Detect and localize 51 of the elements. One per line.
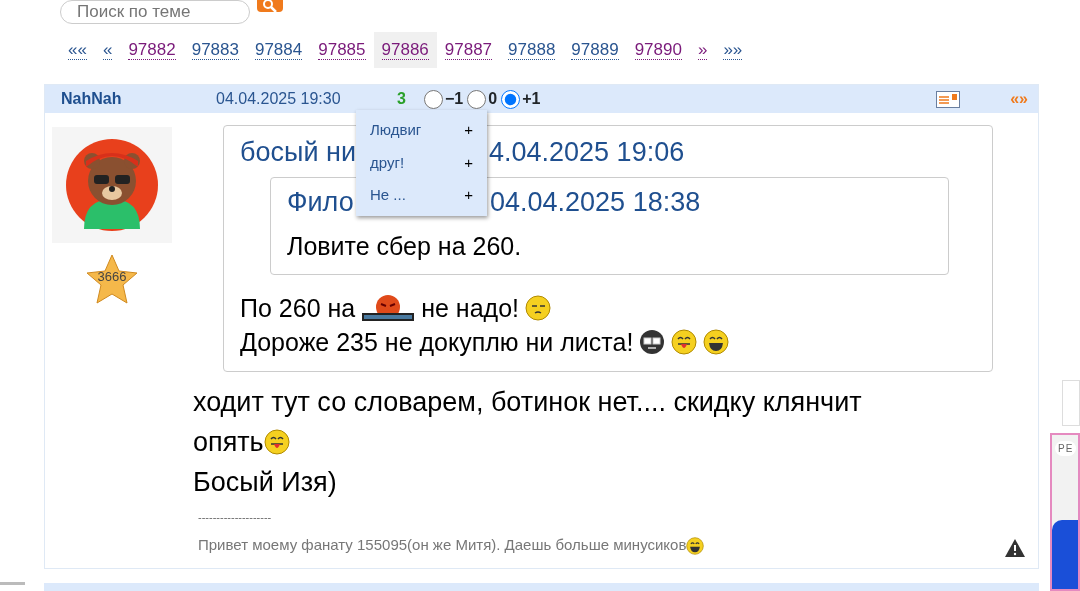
page-link[interactable]: 97885 bbox=[310, 32, 374, 68]
grin-smiley-icon bbox=[703, 328, 730, 355]
glasses-smiley-icon bbox=[639, 328, 666, 355]
rating-value: 3 bbox=[396, 89, 407, 109]
post-text: ходит тут со словарем, ботинок нет.... скидку клянчит bbox=[193, 385, 862, 419]
page-link[interactable]: « bbox=[94, 32, 121, 68]
rank-number: 3666 bbox=[96, 268, 128, 286]
quote-date: 04.04.2025 18:38 bbox=[490, 185, 701, 219]
page-link[interactable]: 97883 bbox=[183, 32, 247, 68]
page-link[interactable]: 97888 bbox=[500, 32, 564, 68]
search-field[interactable]: Поиск по теме bbox=[60, 0, 250, 24]
ad-label: РЕ bbox=[1055, 441, 1077, 456]
grin-smiley-icon bbox=[686, 536, 705, 555]
page-link[interactable]: 97890 bbox=[626, 32, 690, 68]
star-icon bbox=[85, 253, 139, 305]
censored-smiley-icon bbox=[361, 293, 416, 322]
signature-rule: -------------------- bbox=[198, 511, 272, 523]
post-text: опять bbox=[193, 425, 264, 459]
author-name[interactable]: NahNah bbox=[61, 87, 216, 111]
signature-text: Привет моему фанату 155095(он же Митя). Даешь больше минусиков bbox=[198, 535, 687, 553]
quote-text: Ловите сбер на 260. bbox=[287, 231, 523, 262]
vote-menu-item[interactable]: Людвиг + bbox=[356, 114, 487, 147]
tongue-smiley-icon bbox=[671, 328, 698, 355]
page-link[interactable]: 97884 bbox=[246, 32, 311, 68]
post-date: 04.04.2025 19:30 bbox=[216, 89, 342, 109]
sleepy-smiley-icon bbox=[525, 294, 551, 321]
quote-date: 4.04.2025 19:06 bbox=[489, 136, 685, 169]
message-card-icon[interactable] bbox=[936, 90, 961, 108]
vote-menu-item[interactable]: Не ... + bbox=[356, 179, 487, 212]
page-link[interactable]: 97887 bbox=[436, 32, 501, 68]
warning-icon[interactable] bbox=[1004, 538, 1026, 558]
page-link[interactable]: »» bbox=[715, 32, 751, 68]
quote-text: Дороже 235 не докуплю ни листа! bbox=[240, 326, 634, 358]
post-text: Босый Изя) bbox=[193, 465, 337, 499]
quote-text: не надо! bbox=[421, 292, 519, 324]
quote-author: Фило bbox=[287, 185, 354, 219]
scrollbar-thumb bbox=[0, 582, 25, 585]
vote-option[interactable]: −1 bbox=[424, 87, 464, 111]
page-link[interactable]: «« bbox=[60, 32, 95, 68]
tongue-smiley-icon bbox=[263, 428, 290, 455]
page-link[interactable]: » bbox=[689, 32, 716, 68]
vote-option[interactable]: 0 bbox=[467, 87, 498, 111]
vote-menu-item[interactable]: друг! + bbox=[356, 146, 487, 179]
photo-placeholder bbox=[1052, 520, 1078, 589]
page-link[interactable]: 97882 bbox=[120, 32, 184, 68]
page-link[interactable]: 97889 bbox=[563, 32, 627, 68]
vote-option[interactable]: +1 bbox=[501, 87, 541, 111]
side-panel bbox=[1062, 380, 1080, 426]
quote-text: По 260 на bbox=[240, 292, 356, 324]
quote-author: босый ни bbox=[240, 136, 356, 169]
page-link[interactable]: 97886 bbox=[373, 32, 437, 68]
